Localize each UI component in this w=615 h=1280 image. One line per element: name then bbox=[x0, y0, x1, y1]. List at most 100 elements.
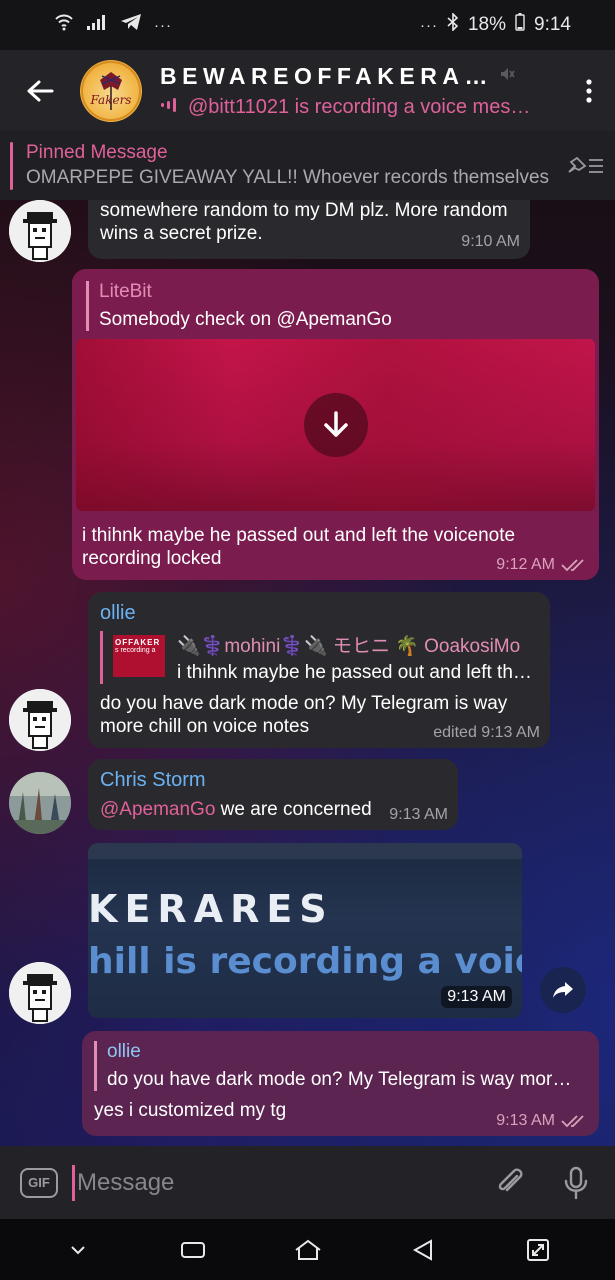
thumb-subtext: s recording a bbox=[115, 647, 156, 654]
gif-button[interactable]: GIF bbox=[20, 1167, 58, 1198]
forward-button[interactable] bbox=[540, 967, 586, 1013]
reply-author: LiteBit bbox=[99, 281, 152, 302]
image-text-line1: KERARES bbox=[88, 887, 334, 931]
avatar-text: Fakers bbox=[90, 92, 132, 107]
message-input[interactable] bbox=[77, 1168, 477, 1197]
hide-keyboard-button[interactable] bbox=[48, 1230, 108, 1270]
reply-author: ollie bbox=[107, 1041, 141, 1062]
attach-button[interactable] bbox=[477, 1166, 543, 1200]
reply-quote[interactable]: ollie do you have dark mode on? My Teleg… bbox=[94, 1041, 587, 1091]
image-message[interactable]: KERARES hill is recording a voice m 9:13… bbox=[88, 843, 522, 1018]
message-time: 9:13 AM bbox=[496, 1112, 555, 1129]
message-text: we are concerned bbox=[215, 799, 372, 820]
pinned-indicator bbox=[10, 141, 13, 190]
chat-avatar[interactable]: Fakers bbox=[80, 59, 142, 122]
reply-author: 🔌‍⚕️mohini⚕️🔌 モヒニ 🌴 OoakosiMo bbox=[177, 636, 521, 657]
reply-quote[interactable]: OFFAKER s recording a 🔌‍⚕️mohini⚕️🔌 モヒニ … bbox=[100, 631, 538, 684]
chat-subtitle: @bitt11021 is recording a voice message bbox=[188, 95, 533, 118]
pixel-ape-avatar-icon bbox=[9, 689, 71, 751]
pinned-list-button[interactable] bbox=[555, 154, 615, 178]
back-nav-button[interactable] bbox=[393, 1230, 453, 1270]
reply-text: i thihnk maybe he passed out and left th… bbox=[177, 662, 538, 683]
chevron-down-icon bbox=[70, 1245, 85, 1254]
media-preview[interactable] bbox=[76, 339, 595, 511]
reply-quote[interactable]: LiteBit Somebody check on @ApemanGo bbox=[86, 281, 585, 331]
avatar-art-icon bbox=[81, 60, 141, 121]
pinned-body: OMARPEPE GIVEAWAY YALL!! Whoever records… bbox=[26, 167, 550, 188]
double-check-icon bbox=[561, 1115, 584, 1128]
pinned-title: Pinned Message bbox=[26, 142, 168, 163]
notification-dots: ··· bbox=[154, 16, 172, 34]
message-meta: 9:12 AM bbox=[496, 556, 587, 574]
recent-apps-button[interactable] bbox=[163, 1230, 223, 1270]
chat-header: Fakers BEWAREOFFAKERARES @bitt11021 is r… bbox=[0, 50, 615, 131]
message-bubble-outgoing[interactable]: ollie do you have dark mode on? My Teleg… bbox=[82, 1031, 599, 1136]
message-input-bar: GIF bbox=[0, 1146, 615, 1219]
text-cursor bbox=[72, 1164, 75, 1201]
reply-text: Somebody check on @ApemanGo bbox=[99, 309, 392, 330]
triangle-back-icon bbox=[412, 1238, 432, 1261]
message-time: 9:13 AM bbox=[389, 806, 448, 823]
message-bubble[interactable]: ollie OFFAKER s recording a 🔌‍⚕️mohini⚕️… bbox=[88, 592, 550, 748]
avatar[interactable] bbox=[9, 962, 71, 1024]
message-text: somewhere random to my DM plz. More rand… bbox=[100, 200, 508, 244]
double-check-icon bbox=[561, 559, 584, 572]
avatar[interactable] bbox=[9, 772, 71, 834]
rotate-button[interactable] bbox=[508, 1230, 568, 1270]
telegram-icon bbox=[120, 13, 142, 37]
reply-thumbnail: OFFAKER s recording a bbox=[113, 635, 165, 677]
pin-list-icon bbox=[568, 156, 603, 173]
home-icon bbox=[294, 1239, 321, 1260]
message-time: 9:13 AM bbox=[447, 988, 506, 1005]
pixel-ape-avatar-icon bbox=[9, 962, 71, 1024]
signal-icon bbox=[86, 14, 108, 36]
status-left: ··· bbox=[54, 13, 172, 37]
paperclip-icon bbox=[498, 1168, 523, 1191]
download-arrow-icon bbox=[324, 411, 348, 437]
muted-icon bbox=[498, 65, 516, 88]
bluetooth-icon bbox=[447, 12, 459, 37]
system-navigation-bar bbox=[0, 1219, 615, 1280]
download-button[interactable] bbox=[304, 393, 368, 457]
battery-percent: 18% bbox=[467, 14, 507, 35]
chat-title: BEWAREOFFAKERARES bbox=[160, 62, 490, 89]
pixel-ape-avatar-icon bbox=[9, 200, 71, 262]
sender-name[interactable]: Chris Storm bbox=[100, 769, 446, 792]
image-time-badge: 9:13 AM bbox=[441, 986, 512, 1008]
status-bar: ··· ··· 18% 9:14 bbox=[0, 0, 615, 50]
message-time: 9:12 AM bbox=[496, 556, 555, 573]
thumb-text: OFFAKER bbox=[115, 638, 161, 647]
message-bubble[interactable]: somewhere random to my DM plz. More rand… bbox=[88, 200, 530, 259]
message-text: i thihnk maybe he passed out and left th… bbox=[82, 525, 516, 569]
message-time: edited 9:13 AM bbox=[433, 724, 540, 741]
rotate-screen-icon bbox=[526, 1238, 549, 1261]
more-vertical-icon bbox=[586, 78, 592, 103]
microphone-button[interactable] bbox=[543, 1166, 609, 1200]
sender-name[interactable]: ollie bbox=[100, 602, 538, 625]
back-button[interactable] bbox=[0, 50, 80, 131]
recent-apps-icon bbox=[180, 1241, 205, 1258]
avatar[interactable] bbox=[9, 200, 71, 262]
painting-avatar-icon bbox=[9, 772, 71, 834]
more-button[interactable] bbox=[563, 50, 615, 131]
clock: 9:14 bbox=[534, 14, 571, 35]
message-meta: 9:13 AM bbox=[496, 1112, 587, 1130]
message-bubble-outgoing[interactable]: LiteBit Somebody check on @ApemanGo i th… bbox=[72, 269, 599, 580]
microphone-icon bbox=[564, 1166, 588, 1199]
message-time: 9:10 AM bbox=[461, 233, 520, 250]
avatar[interactable] bbox=[9, 689, 71, 751]
recording-indicator-icon bbox=[160, 97, 180, 117]
mention-link[interactable]: @ApemanGo bbox=[100, 799, 215, 820]
status-right: ··· 18% 9:14 bbox=[419, 12, 571, 37]
pinned-message-bar[interactable]: Pinned Message OMARPEPE GIVEAWAY YALL!! … bbox=[0, 131, 615, 200]
chat-info[interactable]: BEWAREOFFAKERARES @bitt11021 is recordin… bbox=[160, 63, 563, 119]
share-forward-icon bbox=[553, 982, 573, 998]
notification-dots-right: ··· bbox=[419, 16, 438, 34]
image-text-line2: hill is recording a voice m bbox=[88, 941, 522, 982]
battery-icon bbox=[515, 13, 525, 37]
message-bubble[interactable]: Chris Storm @ApemanGo we are concerned 9… bbox=[88, 759, 458, 830]
wifi-icon bbox=[54, 13, 74, 37]
arrow-left-icon bbox=[27, 80, 54, 101]
home-button[interactable] bbox=[278, 1230, 338, 1270]
chat-area[interactable]: somewhere random to my DM plz. More rand… bbox=[0, 200, 615, 1146]
